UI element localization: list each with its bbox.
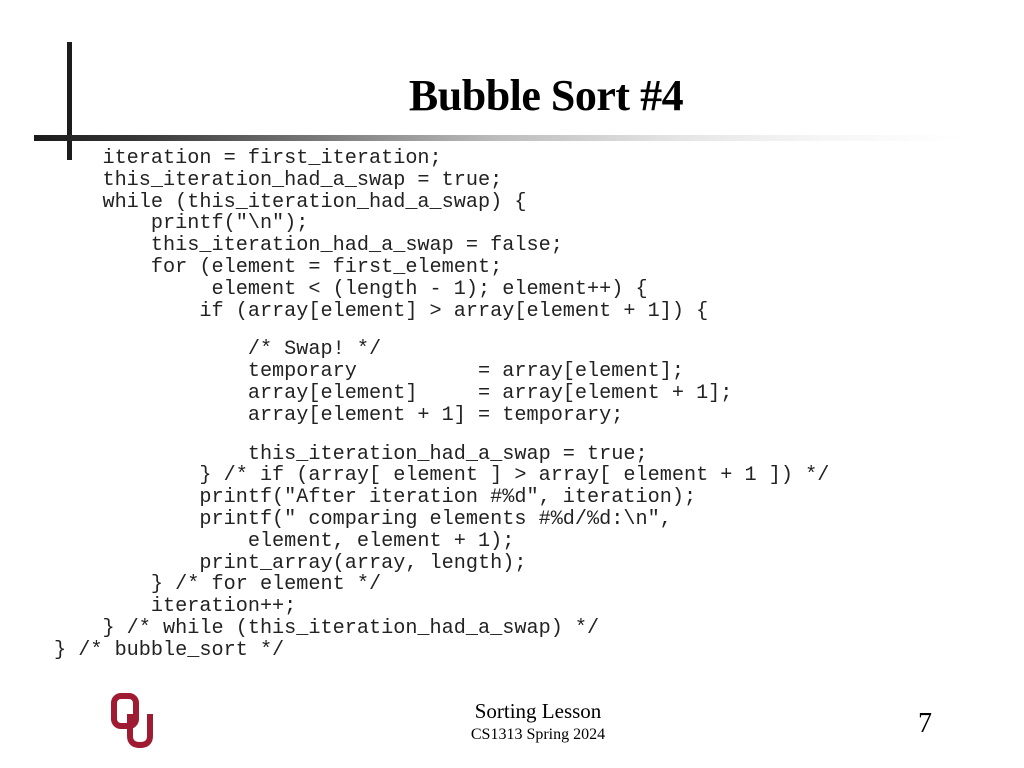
code-line: printf("After iteration #%d", iteration)… [54,486,697,510]
code-line: element, element + 1); [54,529,515,553]
slide-title: Bubble Sort #4 [408,71,684,120]
code-line: } /* if (array[ element ] > array[ eleme… [54,464,830,488]
code-line: for (element = first_element; [54,255,503,279]
code-line: element < (length - 1); element++) { [54,277,648,301]
footer-course-title: Sorting Lesson [474,699,602,723]
code-line: if (array[element] > array[element + 1])… [54,299,709,323]
page-number: 7 [918,708,932,739]
code-line: printf("\n"); [54,212,309,236]
code-line: array[element] = array[element + 1]; [54,381,733,405]
code-line: print_array(array, length); [54,551,527,575]
code-line: printf(" comparing elements #%d/%d:\n", [54,507,672,531]
footer-course-term: CS1313 Spring 2024 [470,726,606,743]
code-line: temporary = array[element]; [54,360,684,384]
code-line: } /* for element */ [54,573,382,597]
code-line: this_iteration_had_a_swap = true; [54,168,503,192]
code-line: this_iteration_had_a_swap = false; [54,234,563,258]
code-line: /* Swap! */ [54,338,382,362]
code-line: iteration++; [54,595,297,619]
horizontal-accent-line [34,135,964,141]
ou-logo-icon [111,693,153,749]
footer-course-info: Sorting Lesson CS1313 Spring 2024 [438,698,638,746]
code-line: this_iteration_had_a_swap = true; [54,442,648,466]
code-block: iteration = first_iteration; this_iterat… [54,148,829,662]
code-line: array[element + 1] = temporary; [54,403,624,427]
code-line: } /* while (this_iteration_had_a_swap) *… [54,616,600,640]
code-line: iteration = first_iteration; [54,147,442,170]
code-line: } /* bubble_sort */ [54,638,285,662]
code-line: while (this_iteration_had_a_swap) { [54,190,527,214]
